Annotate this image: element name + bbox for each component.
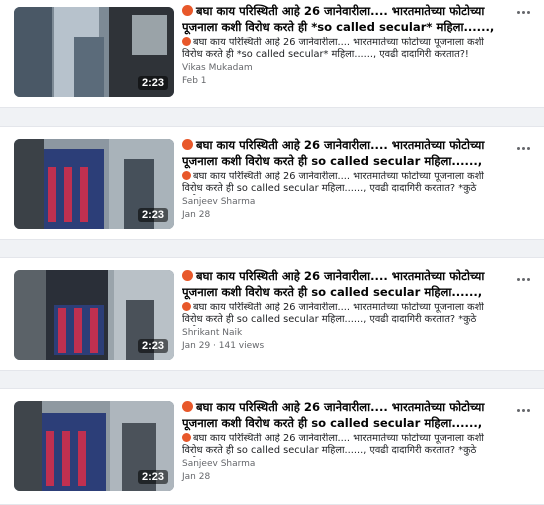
- video-duration: 2:23: [137, 339, 168, 353]
- video-meta: Jan 28: [182, 210, 211, 220]
- video-description: बघा काय परिस्थिती आहे 26 जानेवारीला.... …: [182, 171, 500, 195]
- video-title-text[interactable]: बघा काय परिस्थिती आहे 26 जानेवारीला.... …: [182, 138, 484, 169]
- video-title-text[interactable]: बघा काय परिस्थिती आहे 26 जानेवारीला.... …: [182, 4, 494, 35]
- video-description-text: बघा काय परिस्थिती आहे 26 जानेवारीला.... …: [182, 37, 484, 60]
- video-thumbnail[interactable]: 2:23: [14, 270, 174, 360]
- video-meta: Jan 29 · 141 views: [182, 341, 265, 351]
- video-meta: Feb 1: [182, 76, 207, 86]
- video-description-text: बघा काय परिस्थिती आहे 26 जानेवारीला.... …: [182, 302, 484, 325]
- video-author[interactable]: Shrikant Naik: [182, 328, 242, 338]
- video-author[interactable]: Sanjeev Sharma: [182, 459, 255, 469]
- video-title[interactable]: बघा काय परिस्थिती आहे 26 जानेवारीला.... …: [182, 137, 500, 169]
- angry-face-icon: [182, 433, 191, 442]
- more-options-icon[interactable]: [514, 274, 532, 284]
- more-options-icon[interactable]: [514, 405, 532, 415]
- video-title-text[interactable]: बघा काय परिस्थिती आहे 26 जानेवारीला.... …: [182, 269, 484, 300]
- video-result-card[interactable]: 2:23 बघा काय परिस्थिती आहे 26 जानेवारीला…: [0, 388, 544, 505]
- video-title[interactable]: बघा काय परिस्थिती आहे 26 जानेवारीला.... …: [182, 3, 500, 35]
- video-thumbnail[interactable]: 2:23: [14, 7, 174, 97]
- video-description: बघा काय परिस्थिती आहे 26 जानेवारीला.... …: [182, 302, 500, 326]
- angry-face-icon: [182, 171, 191, 180]
- angry-face-icon: [182, 139, 193, 150]
- video-thumbnail[interactable]: 2:23: [14, 401, 174, 491]
- angry-face-icon: [182, 401, 193, 412]
- video-description-text: बघा काय परिस्थिती आहे 26 जानेवारीला.... …: [182, 433, 484, 456]
- video-title[interactable]: बघा काय परिस्थिती आहे 26 जानेवारीला.... …: [182, 399, 500, 431]
- video-duration: 2:23: [137, 76, 168, 90]
- video-duration: 2:23: [137, 470, 168, 484]
- angry-face-icon: [182, 37, 191, 46]
- video-duration: 2:23: [137, 208, 168, 222]
- video-description-text: बघा काय परिस्थिती आहे 26 जानेवारीला.... …: [182, 171, 484, 194]
- more-options-icon[interactable]: [514, 143, 532, 153]
- angry-face-icon: [182, 302, 191, 311]
- video-result-card[interactable]: 2:23 बघा काय परिस्थिती आहे 26 जानेवारीला…: [0, 126, 544, 240]
- video-title[interactable]: बघा काय परिस्थिती आहे 26 जानेवारीला.... …: [182, 268, 500, 300]
- video-meta: Jan 28: [182, 472, 211, 482]
- video-author[interactable]: Sanjeev Sharma: [182, 197, 255, 207]
- video-title-text[interactable]: बघा काय परिस्थिती आहे 26 जानेवारीला.... …: [182, 400, 484, 431]
- video-author[interactable]: Vikas Mukadam: [182, 63, 253, 73]
- video-result-card[interactable]: 2:23 बघा काय परिस्थिती आहे 26 जानेवारीला…: [0, 0, 544, 108]
- angry-face-icon: [182, 270, 193, 281]
- video-description: बघा काय परिस्थिती आहे 26 जानेवारीला.... …: [182, 37, 500, 61]
- video-result-card[interactable]: 2:23 बघा काय परिस्थिती आहे 26 जानेवारीला…: [0, 257, 544, 371]
- angry-face-icon: [182, 5, 193, 16]
- video-description: बघा काय परिस्थिती आहे 26 जानेवारीला.... …: [182, 433, 500, 457]
- more-options-icon[interactable]: [514, 7, 532, 17]
- video-thumbnail[interactable]: 2:23: [14, 139, 174, 229]
